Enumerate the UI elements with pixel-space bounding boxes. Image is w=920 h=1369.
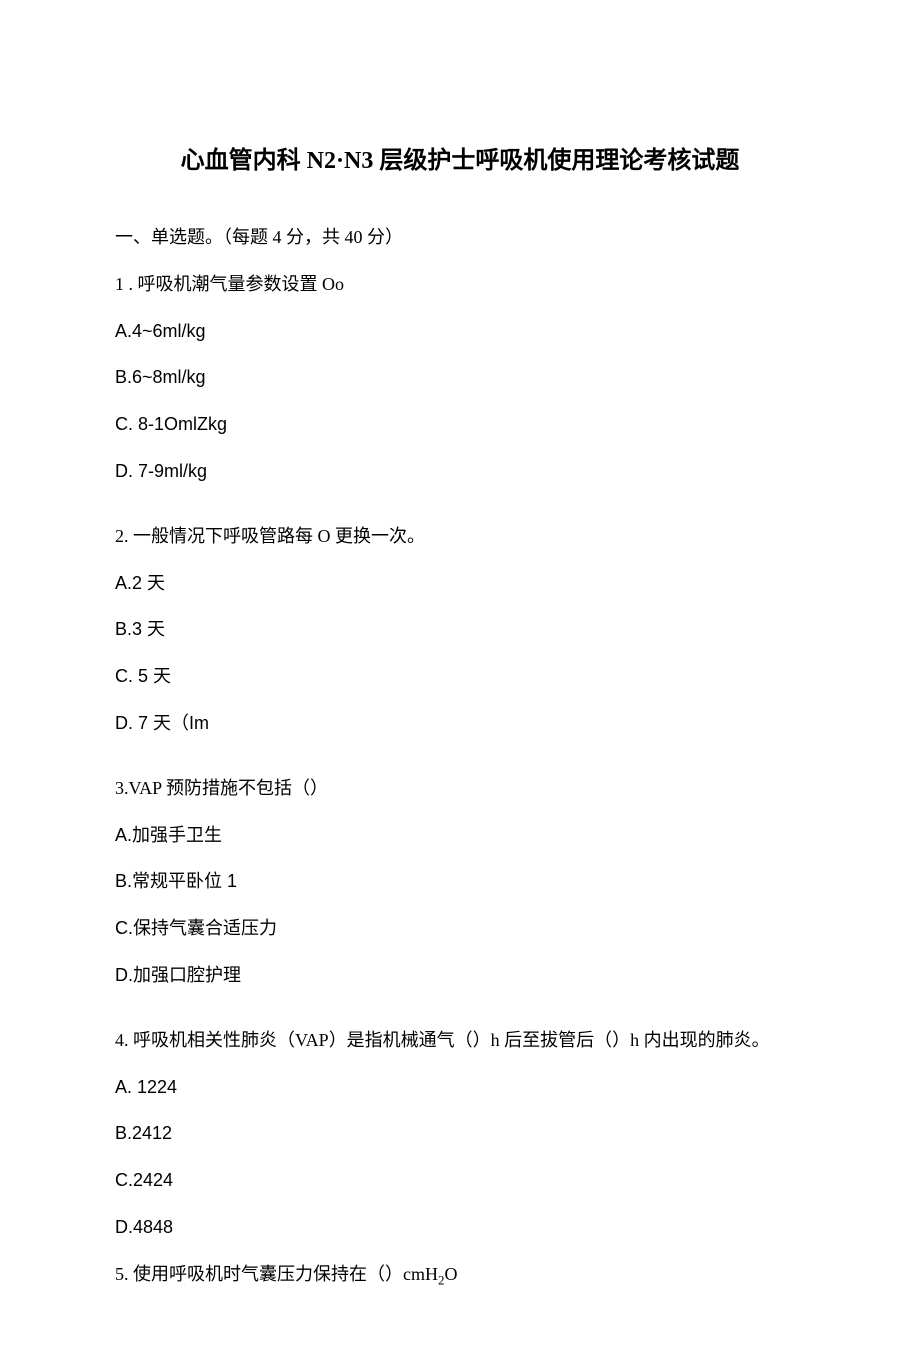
q4-option-d: D.4848 xyxy=(115,1213,805,1242)
q4-option-a: A. 1224 xyxy=(115,1073,805,1102)
question-1: 1 . 呼吸机潮气量参数设置 Oo xyxy=(115,270,805,299)
q3-option-c: C.保持气囊合适压力 xyxy=(115,914,805,943)
question-4: 4. 呼吸机相关性肺炎（VAP）是指机械通气（）h 后至拔管后（）h 内出现的肺… xyxy=(115,1026,805,1055)
question-3: 3.VAP 预防措施不包括（） xyxy=(115,774,805,803)
q4-option-b: B.2412 xyxy=(115,1119,805,1148)
q5-suffix: O xyxy=(445,1264,458,1284)
section-header: 一、单选题。（每题 4 分，共 40 分） xyxy=(115,223,805,252)
q2-option-b: B.3 天 xyxy=(115,615,805,644)
q1-option-d: D. 7-9ml/kg xyxy=(115,457,805,486)
document-title: 心血管内科 N2·N3 层级护士呼吸机使用理论考核试题 xyxy=(115,140,805,175)
q3-option-a: A.加强手卫生 xyxy=(115,821,805,850)
q3-option-d: D.加强口腔护理 xyxy=(115,961,805,990)
q4-option-c: C.2424 xyxy=(115,1166,805,1195)
q2-option-c: C. 5 天 xyxy=(115,662,805,691)
q2-option-a: A.2 天 xyxy=(115,569,805,598)
q5-prefix: 5. 使用呼吸机时气囊压力保持在（）cmH xyxy=(115,1264,438,1284)
question-5: 5. 使用呼吸机时气囊压力保持在（）cmH2O xyxy=(115,1260,805,1291)
q3-option-b: B.常规平卧位 1 xyxy=(115,867,805,896)
q2-option-d: D. 7 天（Im xyxy=(115,709,805,738)
q1-option-b: B.6~8ml/kg xyxy=(115,363,805,392)
q1-option-a: A.4~6ml/kg xyxy=(115,317,805,346)
q1-option-c: C. 8-1OmlZkg xyxy=(115,410,805,439)
question-2: 2. 一般情况下呼吸管路每 O 更换一次。 xyxy=(115,522,805,551)
